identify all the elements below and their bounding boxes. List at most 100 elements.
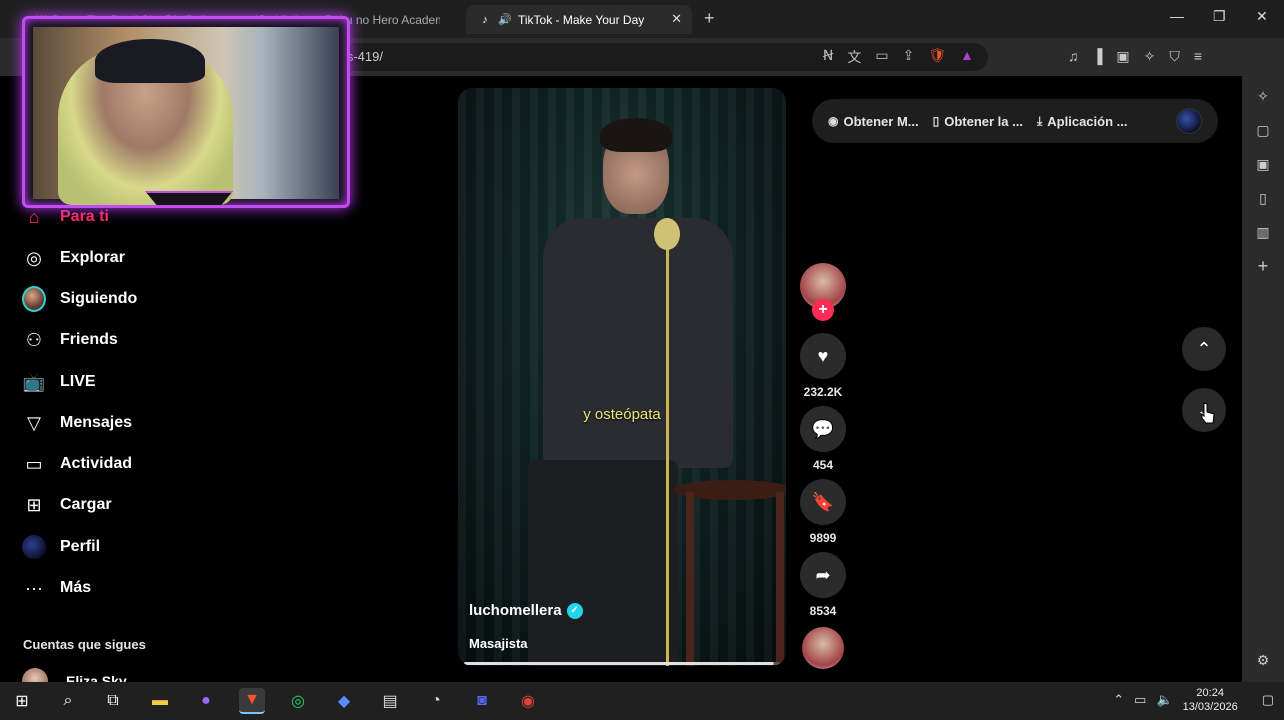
brave-shields-icon[interactable]: 🛡: [928, 47, 946, 67]
app-diamond-icon[interactable]: ◆: [331, 688, 357, 714]
nav-item-perfil[interactable]: Perfil: [22, 535, 100, 559]
file-explorer-icon[interactable]: ▬: [147, 688, 173, 714]
share-button[interactable]: ➦: [800, 552, 846, 598]
close-tab-icon[interactable]: ✕: [671, 11, 682, 27]
clock-date: 13/03/2026: [1182, 701, 1238, 713]
windows-start-icon[interactable]: ⊞: [9, 688, 35, 714]
nav-item-siguiendo[interactable]: Siguiendo: [22, 286, 138, 312]
share-icon[interactable]: ⇪: [903, 47, 915, 67]
window-close-icon[interactable]: ✕: [1256, 8, 1268, 25]
volume-icon[interactable]: 🔈: [1156, 692, 1172, 708]
toolbar-icons: ♫ ▐ ▣ ✧ ⛉ ≡: [1068, 48, 1202, 65]
whatsapp-icon[interactable]: ◎: [285, 688, 311, 714]
nav-item-cargar[interactable]: ⊞ Cargar: [22, 493, 112, 517]
music-disc[interactable]: [802, 627, 844, 669]
brave-browser-icon[interactable]: ▼: [239, 688, 265, 714]
wallet-icon[interactable]: ▣: [1116, 48, 1129, 65]
save-count: 9899: [809, 531, 837, 545]
video-author[interactable]: luchomellera ✓: [469, 602, 583, 619]
video-player[interactable]: y osteópata luchomellera ✓ Masajista: [458, 88, 786, 666]
network-icon[interactable]: ▭: [1134, 692, 1146, 708]
chrome-icon[interactable]: ◉: [515, 688, 541, 714]
translate-icon[interactable]: 文: [847, 47, 861, 67]
profile-avatar: [22, 535, 46, 559]
nav-item-explorar[interactable]: ◎ Explorar: [22, 246, 125, 270]
get-coins-button[interactable]: ◉ Obtener M...: [828, 114, 919, 129]
upload-icon: ⊞: [26, 494, 42, 515]
download-icon: ⤓: [1036, 113, 1043, 128]
send-icon: ▽: [27, 412, 41, 433]
comment-button[interactable]: 💬: [800, 406, 846, 452]
vpn-icon[interactable]: ⛉: [1169, 48, 1180, 65]
media-icon[interactable]: ♫: [1068, 48, 1079, 65]
discord-icon[interactable]: ◙: [469, 688, 495, 714]
menu-icon[interactable]: ≡: [1194, 48, 1202, 65]
nav-item-friends[interactable]: ⚇ Friends: [22, 328, 118, 352]
share-arrow-icon: ➦: [815, 565, 831, 585]
task-view-icon[interactable]: ⧉: [100, 688, 126, 714]
minimize-icon[interactable]: —: [1170, 8, 1184, 24]
settings-icon[interactable]: ⚙: [1255, 652, 1271, 669]
bookmark-icon: 🔖: [811, 492, 835, 512]
app-chat-icon[interactable]: ●: [193, 688, 219, 714]
add-panel-icon[interactable]: +: [1255, 256, 1271, 277]
windows-taskbar: ⊞ ⌕ ⧉ ▬ ● ▼ ◎ ◆ ▤ ◔ ◙ ◉ ⌃ ▭ 🔈 20:24 13/0…: [0, 682, 1284, 720]
home-icon: ⌂: [28, 206, 40, 227]
nav-label: Siguiendo: [60, 290, 138, 307]
nav-item-live[interactable]: 📺 LIVE: [22, 370, 96, 394]
restore-icon[interactable]: ❐: [1213, 8, 1226, 25]
nav-item-mensajes[interactable]: ▽ Mensajes: [22, 411, 132, 435]
video-description: Masajista: [469, 636, 528, 651]
tray-chevron-up-icon[interactable]: ⌃: [1113, 692, 1124, 708]
tiktok-icon: ♪: [482, 13, 488, 26]
save-button[interactable]: 🔖: [800, 479, 846, 525]
nav-item-actividad[interactable]: ▭ Actividad: [22, 452, 132, 476]
new-tab-button[interactable]: +: [704, 8, 715, 29]
app-window-icon[interactable]: ▤: [377, 688, 403, 714]
webcam-feed: [33, 27, 339, 205]
nav-label: Explorar: [60, 249, 125, 266]
coin-icon: ◉: [828, 114, 839, 128]
previous-video-button[interactable]: ⌃: [1182, 327, 1226, 371]
search-icon[interactable]: ⌕: [55, 688, 81, 714]
follow-button[interactable]: +: [812, 299, 834, 321]
no-tracking-icon[interactable]: Ꞥ: [823, 47, 833, 67]
wallet-icon[interactable]: ▣: [1255, 156, 1271, 173]
url-field[interactable]: /es-419/ Ꞥ 文 ▭ ⇪ 🛡 ▲: [320, 43, 988, 71]
clock[interactable]: 20:24 13/03/2026: [1183, 686, 1238, 714]
app-gauge-icon[interactable]: ◔: [423, 688, 449, 714]
leo-icon[interactable]: ✧: [1255, 88, 1271, 105]
compass-icon: ◎: [26, 247, 42, 268]
mouse-cursor-icon: [1201, 402, 1215, 424]
sidebar-toggle-icon[interactable]: ▐: [1093, 48, 1103, 65]
download-app-label: Aplicación ...: [1047, 113, 1128, 129]
nav-item-mas[interactable]: ··· Más: [22, 576, 91, 600]
bookmarks-icon[interactable]: ▯: [1255, 190, 1271, 207]
share-count: 8534: [809, 604, 837, 618]
video-subtitle: y osteópata: [583, 406, 661, 423]
nav-label: Para ti: [60, 208, 109, 225]
talk-icon[interactable]: ▢: [1255, 122, 1271, 139]
url-actions: Ꞥ 文 ▭ ⇪ 🛡 ▲: [823, 47, 974, 67]
notifications-icon[interactable]: ▢: [1262, 692, 1274, 708]
reading-list-icon[interactable]: ▥: [1255, 224, 1271, 241]
nav-label: Cargar: [60, 496, 112, 513]
get-app-bar: ◉ Obtener M... ▯ Obtener la ... ⤓ Aplica…: [812, 99, 1218, 143]
nav-item-para-ti[interactable]: ⌂ Para ti: [22, 205, 109, 229]
download-app-button[interactable]: ⤓ Aplicación ...: [1037, 114, 1128, 129]
get-coins-label: Obtener M...: [843, 113, 919, 129]
browser-tab-active[interactable]: ♪ 🔊 TikTok - Make Your Day ✕: [466, 5, 692, 34]
brave-rewards-icon[interactable]: ▲: [960, 47, 974, 67]
video-progress-bar[interactable]: [464, 662, 780, 665]
nav-label: Perfil: [60, 538, 101, 555]
nav-label: LIVE: [60, 373, 96, 390]
user-avatar[interactable]: [1176, 108, 1202, 134]
like-button[interactable]: ♥: [800, 333, 846, 379]
chevron-up-icon: ⌃: [1196, 339, 1212, 359]
comment-icon: 💬: [811, 419, 835, 439]
cast-icon[interactable]: ▭: [875, 47, 888, 67]
author-name: luchomellera: [469, 602, 562, 619]
get-app-button[interactable]: ▯ Obtener la ...: [933, 114, 1023, 129]
audio-playing-icon[interactable]: 🔊: [498, 13, 512, 27]
leo-ai-icon[interactable]: ✧: [1144, 48, 1156, 65]
